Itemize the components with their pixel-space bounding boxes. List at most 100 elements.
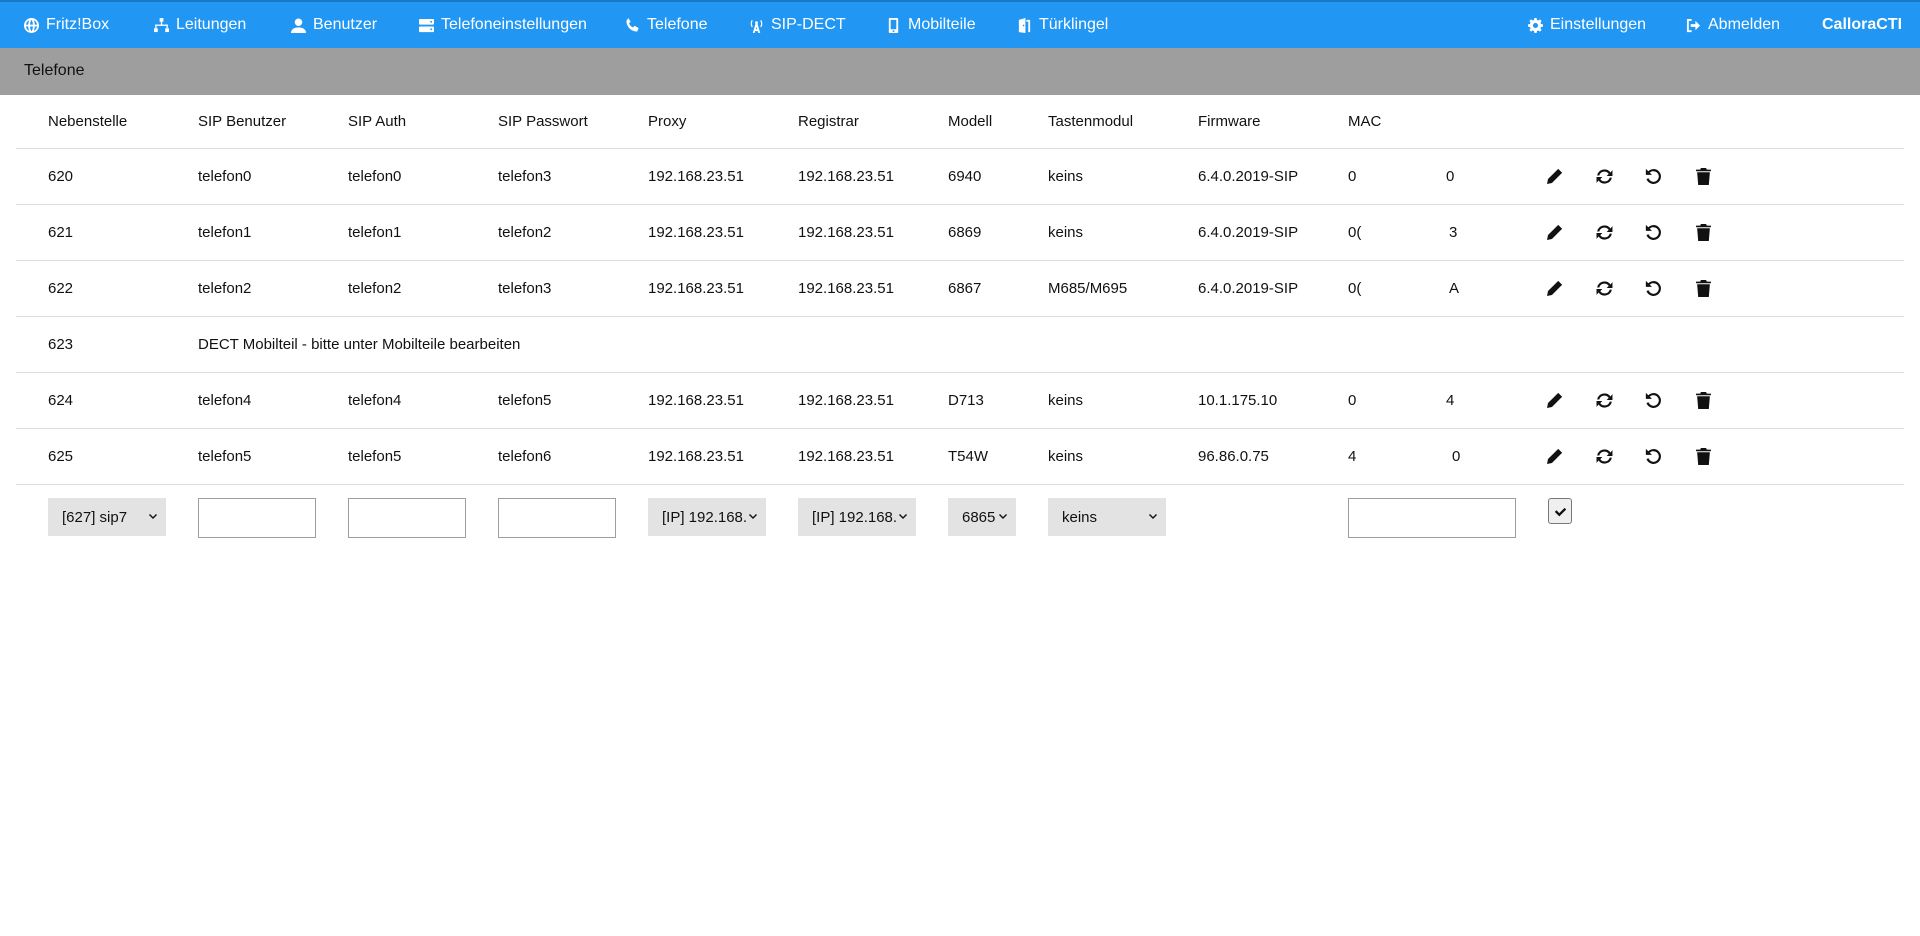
edit-button[interactable]	[1539, 373, 1569, 428]
key-module-select[interactable]: keins	[1048, 498, 1166, 536]
edit-icon	[1546, 280, 1562, 296]
mac-cell: 0(	[1348, 224, 1362, 241]
nav-label: Abmelden	[1708, 16, 1781, 33]
sync-button[interactable]	[1589, 429, 1619, 484]
sync-button[interactable]	[1589, 373, 1619, 428]
chevron-down-icon	[999, 514, 1007, 519]
sync-icon	[1596, 169, 1612, 184]
nav-einstellungen[interactable]: Einstellungen	[1528, 2, 1646, 48]
chevron-down-icon	[1149, 514, 1157, 519]
sip-password-cell: telefon3	[498, 280, 552, 297]
nav-label: Fritz!Box	[46, 16, 110, 33]
extension-cell: 624	[48, 392, 74, 409]
column-header: Firmware	[1198, 113, 1261, 130]
delete-icon	[1695, 280, 1711, 297]
chevron-down-icon	[749, 514, 757, 519]
delete-button[interactable]	[1688, 261, 1718, 316]
proxy-cell: 192.168.23.51	[648, 280, 744, 297]
edit-button[interactable]	[1539, 149, 1569, 204]
sip-user-cell: telefon5	[198, 448, 252, 465]
reset-icon	[1645, 280, 1661, 296]
mac-cell-suffix: A	[1449, 280, 1460, 297]
proxy-cell: 192.168.23.51	[648, 168, 744, 185]
sip-password-cell: telefon5	[498, 392, 552, 409]
table-header: Nebenstelle SIP Benutzer SIP Auth SIP Pa…	[16, 95, 1904, 149]
column-header: Modell	[948, 113, 993, 130]
column-header: SIP Auth	[348, 113, 407, 130]
sync-icon	[1596, 393, 1612, 408]
edit-icon	[1545, 168, 1562, 185]
firmware-cell: 96.86.0.75	[1198, 448, 1269, 465]
nav-label: Leitungen	[176, 16, 247, 33]
door-icon	[1018, 17, 1031, 33]
model-cell: T54W	[948, 448, 989, 465]
registrar-cell: 192.168.23.51	[798, 224, 894, 241]
nav-fritzbox[interactable]: Fritz!Box	[24, 2, 109, 48]
sync-icon	[1596, 449, 1612, 464]
sync-icon	[1596, 281, 1612, 296]
extension-cell: 623	[48, 336, 74, 353]
nav-benutzer[interactable]: Benutzer	[291, 2, 377, 48]
reset-icon	[1645, 392, 1661, 408]
nav-tuerklingel[interactable]: Türklingel	[1017, 2, 1108, 48]
add-phone-button[interactable]	[1548, 498, 1572, 524]
registrar-cell: 192.168.23.51	[798, 168, 894, 185]
new-phone-row: [627] sip7 [IP] 192.168. [IP] 192.168. 6…	[16, 485, 1904, 551]
sync-button[interactable]	[1589, 261, 1619, 316]
nav-mobilteile[interactable]: Mobilteile	[886, 2, 976, 48]
model-cell: 6940	[948, 168, 982, 185]
delete-icon	[1695, 392, 1711, 409]
reset-button[interactable]	[1638, 429, 1668, 484]
delete-button[interactable]	[1688, 373, 1718, 428]
nav-sip-dect[interactable]: SIP-DECT	[749, 2, 846, 48]
mac-cell: 4	[1348, 448, 1357, 465]
extension-cell: 621	[48, 224, 74, 241]
nav-abmelden[interactable]: Abmelden	[1686, 2, 1780, 48]
delete-button[interactable]	[1688, 205, 1718, 260]
registrar-select-value: [IP] 192.168.	[812, 508, 898, 526]
delete-icon	[1695, 224, 1711, 241]
nav-leitungen[interactable]: Leitungen	[154, 2, 246, 48]
proxy-select[interactable]: [IP] 192.168.	[648, 498, 766, 536]
firmware-cell: 6.4.0.2019-SIP	[1198, 168, 1299, 185]
server-icon	[419, 18, 434, 32]
proxy-cell: 192.168.23.51	[648, 224, 744, 241]
nav-telefone[interactable]: Telefone	[625, 2, 708, 48]
sync-button[interactable]	[1589, 205, 1619, 260]
reset-button[interactable]	[1638, 149, 1668, 204]
edit-button[interactable]	[1539, 205, 1569, 260]
nav-label: SIP-DECT	[771, 16, 846, 33]
delete-button[interactable]	[1688, 429, 1718, 484]
column-header: Tastenmodul	[1048, 113, 1134, 130]
column-header: Proxy	[648, 113, 687, 130]
sip-auth-input[interactable]	[348, 498, 466, 538]
edit-button[interactable]	[1539, 261, 1569, 316]
registrar-select[interactable]: [IP] 192.168.	[798, 498, 916, 536]
sip-user-input[interactable]	[198, 498, 316, 538]
edit-icon	[1546, 448, 1562, 464]
table-row: 625 telefon5 telefon5 telefon6 192.168.2…	[16, 429, 1904, 485]
extension-cell: 622	[48, 280, 74, 297]
gear-icon	[1528, 17, 1543, 33]
top-navigation: Fritz!Box Leitungen Benutzer Telefoneins…	[0, 0, 1920, 48]
dect-note: DECT Mobilteil - bitte unter Mobilteile …	[198, 336, 521, 353]
sip-password-input[interactable]	[498, 498, 616, 538]
delete-button[interactable]	[1688, 149, 1718, 204]
extension-select[interactable]: [627] sip7	[48, 498, 166, 536]
firmware-cell: 6.4.0.2019-SIP	[1198, 224, 1299, 241]
mac-cell-suffix: 3	[1449, 224, 1458, 241]
sip-user-cell: telefon4	[198, 392, 252, 409]
firmware-cell: 10.1.175.10	[1198, 392, 1278, 409]
brand[interactable]: CalloraCTI	[1822, 2, 1902, 48]
sync-button[interactable]	[1589, 149, 1619, 204]
mac-cell: 0(	[1348, 280, 1362, 297]
reset-icon	[1645, 448, 1661, 464]
nav-label: Türklingel	[1039, 16, 1109, 33]
reset-button[interactable]	[1638, 373, 1668, 428]
reset-button[interactable]	[1638, 261, 1668, 316]
edit-button[interactable]	[1539, 429, 1569, 484]
model-select[interactable]: 6865	[948, 498, 1016, 536]
nav-telefoneinstellungen[interactable]: Telefoneinstellungen	[419, 2, 587, 48]
reset-button[interactable]	[1638, 205, 1668, 260]
mac-input[interactable]	[1348, 498, 1516, 538]
